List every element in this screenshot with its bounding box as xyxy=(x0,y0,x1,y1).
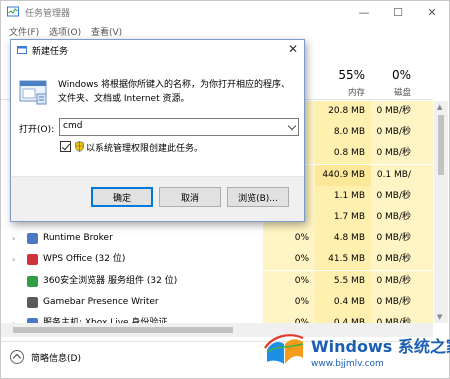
dialog-title-bar: 新建任务 ✕ xyxy=(11,40,304,60)
close-button[interactable]: ✕ xyxy=(415,1,449,23)
network-cell xyxy=(417,207,433,228)
network-cell xyxy=(417,101,433,122)
process-name: 360安全浏览器 服务组件 (32 位) xyxy=(43,275,178,286)
close-icon: ✕ xyxy=(427,5,437,19)
run-program-icon xyxy=(19,80,47,105)
memory-cell: 8.0 MB xyxy=(315,122,371,144)
network-cell xyxy=(417,249,433,271)
scroll-down-icon[interactable]: ▼ xyxy=(437,313,442,321)
memory-cell: 41.5 MB xyxy=(315,249,371,271)
window-title: 任务管理器 xyxy=(25,9,71,19)
disk-cell: 0 MB/秒 xyxy=(371,291,417,313)
admin-checkbox[interactable] xyxy=(60,141,71,152)
chevron-right-icon[interactable]: › xyxy=(12,255,15,264)
scroll-thumb[interactable] xyxy=(438,115,444,175)
task-manager-icon xyxy=(7,6,19,17)
cancel-button[interactable]: 取消 xyxy=(159,187,221,207)
memory-percent: 55% xyxy=(338,68,365,82)
menu-bar: 文件(F) 选项(O) 查看(V) xyxy=(1,23,449,39)
minimize-icon: — xyxy=(358,5,370,19)
cpu-cell: 0% xyxy=(263,249,315,271)
ok-button[interactable]: 确定 xyxy=(91,187,153,207)
watermark: Windows 系统之家 www.bjjmlv.com xyxy=(259,322,450,379)
disk-cell: 0 MB/秒 xyxy=(371,207,417,228)
process-icon xyxy=(27,275,38,287)
memory-cell: 1.1 MB xyxy=(315,185,371,207)
scroll-up-icon[interactable]: ▲ xyxy=(437,103,442,111)
disk-cell: 0 MB/秒 xyxy=(371,122,417,144)
browse-button[interactable]: 浏览(B)... xyxy=(227,187,289,207)
network-cell xyxy=(417,143,433,165)
process-name: Runtime Broker xyxy=(43,233,113,244)
disk-cell: 0.1 MB/秒 xyxy=(371,164,417,201)
chevron-right-icon[interactable]: › xyxy=(12,234,15,243)
network-cell xyxy=(417,122,433,144)
vertical-scrollbar[interactable]: ▲ ▼ xyxy=(434,101,448,323)
disk-cell: 0 MB/秒 xyxy=(371,270,417,292)
dialog-close-icon[interactable]: ✕ xyxy=(288,42,298,56)
process-name: WPS Office (32 位) xyxy=(43,254,126,265)
memory-cell: 1.7 MB xyxy=(315,207,371,228)
memory-cell: 0.8 MB xyxy=(315,143,371,165)
network-cell xyxy=(417,228,433,250)
network-cell xyxy=(417,164,433,186)
command-input-value[interactable]: cmd xyxy=(63,121,82,131)
fewer-details-link[interactable]: 简略信息(D) xyxy=(31,351,81,364)
disk-cell: 0 MB/秒 xyxy=(371,185,417,207)
process-icon xyxy=(27,254,38,266)
disk-label: 磁盘 xyxy=(393,88,411,98)
menu-options[interactable]: 选项(O) xyxy=(49,25,81,38)
table-row[interactable]: › WPS Office (32 位) 0% 41.5 MB 0 MB/秒 xyxy=(1,249,433,271)
memory-label: 内存 xyxy=(347,88,365,98)
run-icon xyxy=(17,46,27,54)
disk-cell: 0 MB/秒 xyxy=(371,143,417,165)
watermark-url: www.bjjmlv.com xyxy=(311,359,384,369)
chevron-up-icon[interactable] xyxy=(10,350,24,364)
disk-cell: 0 MB/秒 xyxy=(371,228,417,250)
dialog-button-bar: 确定 取消 浏览(B)... xyxy=(11,176,304,221)
memory-cell: 0.4 MB xyxy=(315,291,371,313)
menu-view[interactable]: 查看(V) xyxy=(91,25,122,38)
table-row[interactable]: Gamebar Presence Writer 0% 0.4 MB 0 MB/秒 xyxy=(1,291,433,313)
memory-cell: 440.9 MB xyxy=(315,164,371,186)
menu-file[interactable]: 文件(F) xyxy=(9,25,39,38)
watermark-brand: Windows 系统之家 xyxy=(311,337,450,356)
column-disk[interactable]: 0% 磁盘 xyxy=(371,61,417,101)
shield-icon xyxy=(75,141,84,152)
network-cell xyxy=(417,270,433,292)
column-memory[interactable]: 55% 内存 xyxy=(315,61,371,101)
minimize-button[interactable]: — xyxy=(347,1,381,23)
command-input[interactable]: cmd xyxy=(59,118,299,136)
memory-cell: 20.8 MB xyxy=(315,101,371,122)
hscroll-thumb[interactable] xyxy=(13,327,233,333)
open-label: 打开(O): xyxy=(19,125,55,135)
disk-percent: 0% xyxy=(391,68,411,82)
cpu-cell: 0% xyxy=(263,270,315,292)
new-task-dialog: 新建任务 ✕ Windows 将根据你所键入的名称，为你打开相应的程序、文件夹、… xyxy=(10,39,305,222)
disk-cell: 0 MB/秒 xyxy=(371,101,417,122)
table-row[interactable]: 360安全浏览器 服务组件 (32 位) 0% 5.5 MB 0 MB/秒 xyxy=(1,270,433,292)
title-bar: 任务管理器 — ☐ ✕ xyxy=(1,1,449,23)
cpu-cell: 0% xyxy=(263,291,315,313)
cpu-cell: 0% xyxy=(263,228,315,250)
process-name: Gamebar Presence Writer xyxy=(43,296,159,307)
network-cell xyxy=(417,185,433,207)
memory-cell: 4.8 MB xyxy=(315,228,371,250)
table-row[interactable]: › Runtime Broker 0% 4.8 MB 0 MB/秒 xyxy=(1,228,433,250)
network-cell xyxy=(417,291,433,313)
dialog-title: 新建任务 xyxy=(32,47,69,57)
dialog-description: Windows 将根据你所键入的名称，为你打开相应的程序、文件夹、文档或 Int… xyxy=(58,80,291,104)
windows-logo-icon xyxy=(264,334,304,364)
process-icon xyxy=(27,233,38,245)
maximize-icon: ☐ xyxy=(393,5,403,19)
chevron-down-icon[interactable] xyxy=(287,121,297,131)
maximize-button[interactable]: ☐ xyxy=(381,1,415,23)
disk-cell: 0 MB/秒 xyxy=(371,249,417,271)
admin-checkbox-label[interactable]: 以系统管理权限创建此任务。 xyxy=(86,141,203,154)
process-icon xyxy=(27,296,38,308)
memory-cell: 5.5 MB xyxy=(315,270,371,292)
